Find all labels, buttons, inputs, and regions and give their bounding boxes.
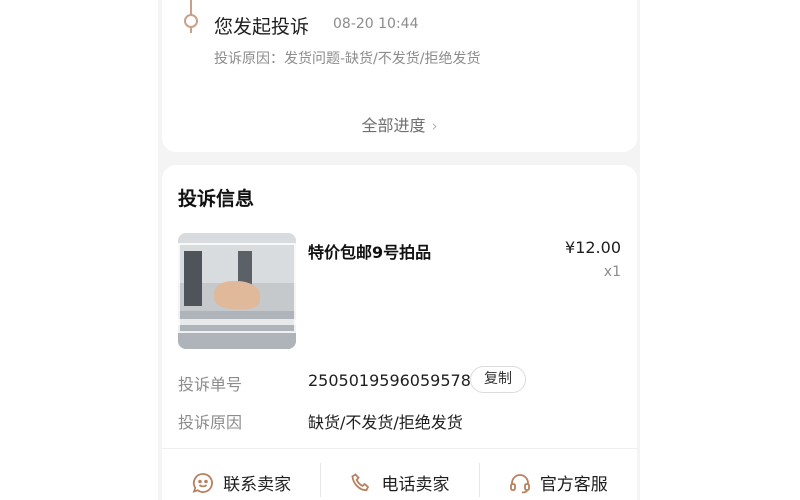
complaint-reason-label: 投诉原因 [178,413,243,432]
product-name[interactable]: 特价包邮9号拍品 [308,239,431,263]
complaint-number-value: 2505019596059578 [308,371,471,390]
product-quantity: x1 [603,264,621,280]
chevron-right-icon: › [431,117,438,135]
timeline-reason: 投诉原因：发货问题-缺货/不发货/拒绝发货 [214,51,481,67]
product-thumbnail[interactable] [178,233,296,349]
contact-seller-label: 联系卖家 [223,475,292,495]
call-seller-label: 电话卖家 [381,475,450,495]
all-progress-label: 全部进度 [361,116,426,135]
copy-button[interactable]: 复制 [470,366,526,393]
complaint-number-label: 投诉单号 [178,375,243,394]
product-price: ¥12.00 [565,238,621,257]
section-title: 投诉信息 [178,188,255,210]
official-service-button[interactable]: 官方客服 [478,449,637,500]
headset-icon [508,471,532,495]
chat-smile-icon [191,471,215,495]
timeline-dot [184,14,198,28]
timeline-time: 08-20 10:44 [333,16,419,32]
progress-card: 您发起投诉 08-20 10:44 投诉原因：发货问题-缺货/不发货/拒绝发货 … [162,0,637,152]
call-seller-button[interactable]: 电话卖家 [320,449,478,500]
complaint-reason-value: 缺货/不发货/拒绝发货 [308,413,463,432]
timeline-title: 您发起投诉 [214,16,310,38]
complaint-info-card: 投诉信息 特价包邮9号拍品 ¥12.00 x1 投诉单号 25050195960… [162,165,637,465]
bottom-action-bar: 联系卖家 电话卖家 官方客服 [162,448,637,500]
official-service-label: 官方客服 [539,475,608,495]
all-progress-link[interactable]: 全部进度 › [162,112,637,136]
phone-icon [349,471,373,495]
contact-seller-button[interactable]: 联系卖家 [162,449,320,500]
